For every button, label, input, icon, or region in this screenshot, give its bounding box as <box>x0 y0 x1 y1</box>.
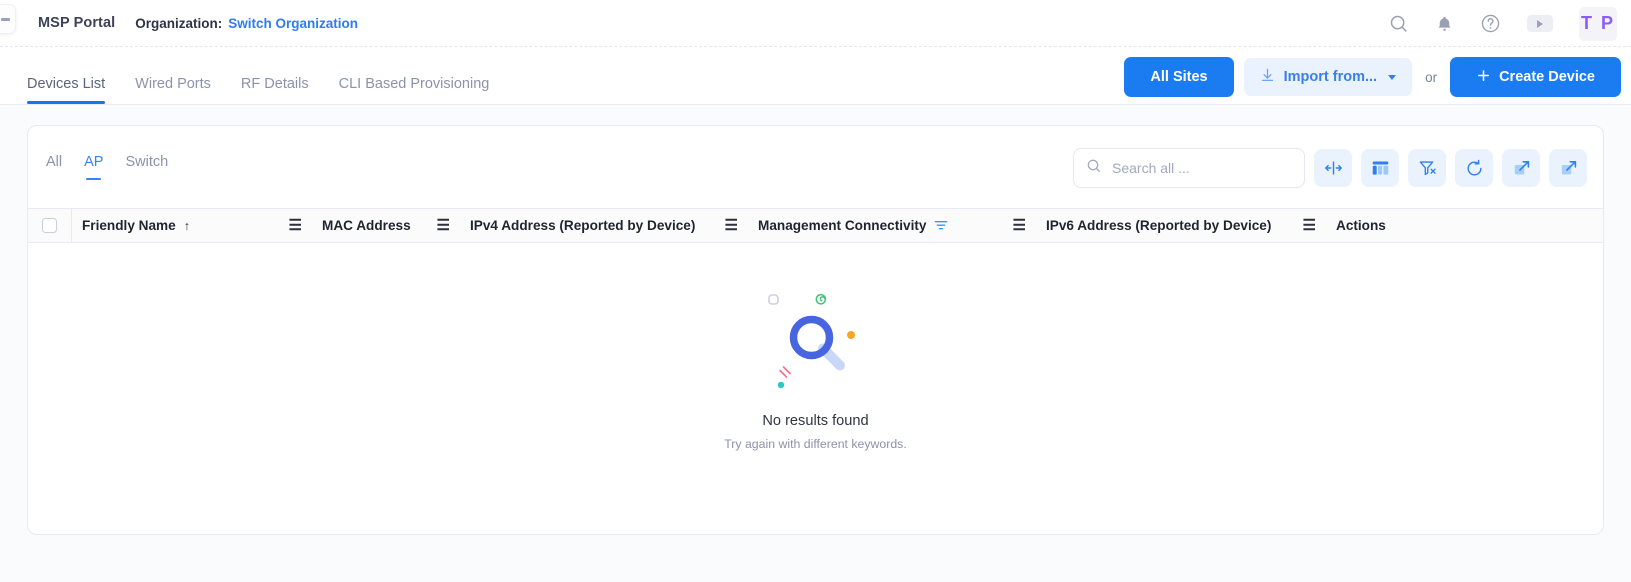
bell-icon[interactable] <box>1435 14 1454 34</box>
play-icon[interactable] <box>1527 15 1553 32</box>
top-bar: MSP Portal Organization: Switch Organiza… <box>0 0 1631 47</box>
switch-organization-link[interactable]: Switch Organization <box>228 16 358 31</box>
search-icon <box>1086 158 1102 179</box>
nav-bar: Devices List Wired Ports RF Details CLI … <box>0 47 1631 105</box>
all-sites-label: All Sites <box>1150 69 1208 85</box>
sort-ascending-icon[interactable]: ↑ <box>184 219 190 233</box>
select-all-checkbox[interactable] <box>42 218 57 233</box>
plus-icon <box>1476 68 1491 87</box>
tab-cli-based-provisioning[interactable]: CLI Based Provisioning <box>339 76 490 104</box>
subtab-all[interactable]: All <box>46 154 62 180</box>
tab-rf-details[interactable]: RF Details <box>241 76 309 104</box>
expand-icon[interactable] <box>1502 149 1540 187</box>
column-menu-icon[interactable]: ☰ <box>999 218 1026 233</box>
export-icon[interactable] <box>1549 149 1587 187</box>
column-header-ipv4-address[interactable]: IPv4 Address (Reported by Device) ☰ <box>460 209 748 242</box>
nav-action-buttons: All Sites Import from... or Create Devic… <box>1124 57 1621 97</box>
column-label: Management Connectivity <box>758 218 927 233</box>
tab-devices-list[interactable]: Devices List <box>27 76 106 104</box>
column-header-friendly-name[interactable]: Friendly Name ↑ ☰ <box>72 209 312 242</box>
fit-columns-icon[interactable] <box>1314 149 1352 187</box>
avatar[interactable]: T P <box>1579 6 1617 41</box>
column-label: IPv6 Address (Reported by Device) <box>1046 218 1272 233</box>
device-type-filter-tabs: All AP Switch <box>46 154 168 180</box>
column-header-mac-address[interactable]: MAC Address ☰ <box>312 209 460 242</box>
all-sites-button[interactable]: All Sites <box>1124 57 1234 97</box>
search-box[interactable] <box>1073 148 1305 188</box>
create-device-label: Create Device <box>1499 69 1595 85</box>
column-label: MAC Address <box>322 218 411 233</box>
no-results-subtitle: Try again with different keywords. <box>724 437 907 451</box>
organization-label: Organization: <box>135 15 223 31</box>
table-body-empty-state: No results found Try again with differen… <box>28 243 1603 582</box>
table-header-row: Friendly Name ↑ ☰ MAC Address ☰ IPv4 Add… <box>28 208 1603 243</box>
create-device-button[interactable]: Create Device <box>1450 57 1621 97</box>
table-tool-buttons <box>1073 148 1587 188</box>
clear-filter-icon[interactable] <box>1408 149 1446 187</box>
sidebar-toggle-button[interactable] <box>0 4 16 34</box>
search-input[interactable] <box>1112 160 1292 176</box>
subtab-switch[interactable]: Switch <box>125 154 168 180</box>
sidebar-toggle-icon <box>0 17 10 21</box>
import-from-dropdown-button[interactable]: Import from... <box>1243 58 1413 96</box>
column-label: IPv4 Address (Reported by Device) <box>470 218 696 233</box>
download-icon <box>1260 67 1275 87</box>
tab-wired-ports[interactable]: Wired Ports <box>135 76 211 104</box>
column-label: Friendly Name <box>82 218 176 233</box>
column-header-actions: Actions <box>1326 209 1496 242</box>
column-header-management-connectivity[interactable]: Management Connectivity ☰ <box>748 209 1036 242</box>
refresh-icon[interactable] <box>1455 149 1493 187</box>
chevron-down-icon <box>1388 74 1397 80</box>
column-settings-icon[interactable] <box>1361 149 1399 187</box>
subtab-ap[interactable]: AP <box>84 154 103 180</box>
top-bar-actions: T P <box>1388 0 1617 47</box>
filter-active-icon[interactable] <box>934 219 948 232</box>
or-label: or <box>1425 69 1438 85</box>
select-all-header-cell <box>28 209 72 242</box>
help-icon[interactable] <box>1480 13 1501 34</box>
column-menu-icon[interactable]: ☰ <box>275 218 302 233</box>
import-from-label: Import from... <box>1283 69 1378 85</box>
app-brand-title: MSP Portal <box>38 15 116 31</box>
column-header-ipv6-address[interactable]: IPv6 Address (Reported by Device) ☰ <box>1036 209 1326 242</box>
column-menu-icon[interactable]: ☰ <box>711 218 738 233</box>
column-menu-icon[interactable]: ☰ <box>423 218 450 233</box>
devices-table-card: All AP Switch Search all ... Friendly Na… <box>27 125 1604 535</box>
column-label: Actions <box>1336 218 1386 233</box>
no-results-title: No results found <box>762 413 869 429</box>
card-toolbar: All AP Switch <box>28 126 1603 208</box>
nav-tabs: Devices List Wired Ports RF Details CLI … <box>27 47 489 104</box>
page-body: All AP Switch Search all ... Friendly Na… <box>0 105 1631 582</box>
search-icon[interactable] <box>1388 13 1409 34</box>
no-results-illustration <box>716 277 916 407</box>
column-menu-icon[interactable]: ☰ <box>1289 218 1316 233</box>
